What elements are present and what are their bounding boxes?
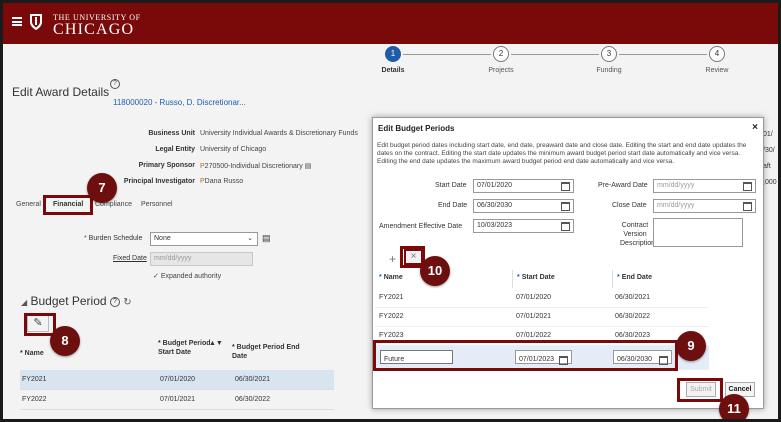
contract-version-description-textarea[interactable] — [653, 218, 743, 247]
dialog-description: Edit budget period dates including start… — [377, 142, 747, 165]
end-date-label: End Date — [438, 202, 468, 209]
calendar-icon[interactable] — [743, 182, 752, 191]
period-start-date-input[interactable]: 07/01/2023 — [515, 350, 572, 365]
help-icon[interactable]: ? — [109, 296, 120, 307]
amendment-effective-date-input[interactable]: 10/03/2023 — [473, 219, 574, 233]
table-row[interactable]: FY2021 07/01/2020 06/30/2021 — [375, 289, 709, 308]
expanded-authority-check: ✓ Expanded authority — [153, 273, 222, 280]
collapse-triangle-icon[interactable]: ◢ — [21, 298, 27, 307]
calendar-icon[interactable] — [559, 356, 568, 365]
details-icon[interactable]: ▤ — [305, 163, 312, 170]
tab-personnel[interactable]: Personnel — [141, 201, 173, 208]
period-end-date-input[interactable]: 06/30/2030 — [613, 350, 672, 365]
close-date-label: Close Date — [612, 202, 647, 209]
callout-10: 10 — [420, 256, 450, 286]
calendar-icon[interactable] — [743, 202, 752, 211]
top-navigation-bar: THE UNIVERSITY OF CHICAGO — [3, 3, 778, 44]
callout-11: 11 — [719, 394, 749, 419]
table-row[interactable]: FY2021 07/01/2020 06/30/2021 — [20, 370, 334, 390]
calendar-icon[interactable] — [561, 202, 570, 211]
step-funding[interactable]: 3 Funding — [579, 46, 639, 74]
dialog-title: Edit Budget Periods — [378, 124, 455, 133]
close-date-input[interactable]: mm/dd/yyyy — [653, 199, 756, 213]
table-row[interactable]: FY2022 07/01/2021 06/30/2022 — [20, 390, 334, 410]
column-header-end-date: * End Date — [612, 270, 709, 288]
details-icon[interactable]: ▤ — [262, 233, 271, 244]
refresh-icon[interactable]: ↻ — [123, 297, 131, 308]
info-legal-entity: Legal Entity University of Chicago — [155, 146, 267, 153]
fixed-date-input: mm/dd/yyyy — [150, 252, 253, 266]
clipped-text: aft — [763, 163, 771, 170]
clipped-text: /30/ — [763, 147, 775, 154]
brand-big-text: CHICAGO — [53, 21, 135, 38]
callout-8: 8 — [50, 326, 80, 356]
column-header-name: * Name — [20, 350, 44, 357]
fixed-date-label: Fixed Date — [113, 255, 147, 262]
callout-7: 7 — [87, 173, 117, 203]
start-date-label: Start Date — [435, 182, 467, 189]
help-icon[interactable]: ? — [110, 79, 120, 89]
tab-general[interactable]: General — [16, 201, 41, 208]
burden-schedule-select[interactable]: None ⌄ — [150, 232, 258, 246]
column-header-start: * Budget Period Start Date — [158, 340, 211, 356]
page-title: Edit Award Details — [12, 85, 110, 99]
pre-award-date-input[interactable]: mm/dd/yyyy — [653, 179, 756, 193]
sort-icon[interactable]: ▲▼ — [209, 339, 223, 348]
contract-version-description-label: Contract Version Description — [620, 222, 656, 247]
column-header-start-date: * Start Date — [512, 270, 612, 288]
submit-button[interactable]: Submit — [686, 382, 716, 397]
period-name-input[interactable]: Future — [380, 350, 453, 364]
university-shield-icon — [30, 14, 42, 30]
clipped-text: ,000 — [763, 179, 777, 186]
screenshot-frame: THE UNIVERSITY OF CHICAGO 1 Details 2 Proj… — [0, 0, 781, 422]
edit-pencil-button[interactable]: ✎ — [27, 315, 49, 332]
end-date-input[interactable]: 06/30/2030 — [473, 199, 574, 213]
table-row[interactable]: FY2022 07/01/2021 06/30/2022 — [375, 308, 709, 327]
callout-9: 9 — [676, 331, 706, 361]
delete-row-icon[interactable]: × — [404, 249, 423, 265]
close-icon[interactable]: × — [752, 122, 758, 133]
tab-financial[interactable]: Financial — [53, 201, 83, 208]
calendar-icon[interactable] — [561, 222, 570, 231]
step-review[interactable]: 4 Review — [687, 46, 747, 74]
pencil-icon: ✎ — [33, 317, 43, 329]
info-primary-sponsor: Primary Sponsor P270500-Individual Discr… — [138, 162, 312, 170]
step-projects[interactable]: 2 Projects — [471, 46, 531, 74]
new-table-row[interactable]: Future 07/01/2023 06/30/2030 — [375, 346, 709, 370]
add-row-icon[interactable]: + — [389, 252, 396, 266]
calendar-icon[interactable] — [659, 356, 668, 365]
award-link[interactable]: 118000020 - Russo, D. Discretionar... — [113, 98, 246, 107]
start-date-input[interactable]: 07/01/2020 — [473, 179, 574, 193]
amendment-effective-date-label: Amendment Effective Date — [379, 223, 463, 230]
chevron-down-icon: ⌄ — [247, 235, 253, 242]
train-stepper: 1 Details 2 Projects 3 Funding 4 Review — [373, 46, 753, 86]
step-details[interactable]: 1 Details — [363, 46, 423, 74]
column-header-end: * Budget Period End Date — [232, 344, 300, 360]
pre-award-date-label: Pre-Award Date — [598, 182, 648, 189]
budget-period-section: ◢ Budget Period ? ↻ — [21, 294, 132, 308]
table-row[interactable]: FY2023 07/01/2022 06/30/2023 — [375, 327, 709, 346]
info-business-unit: Business Unit University Individual Awar… — [148, 130, 358, 137]
menu-icon[interactable] — [12, 17, 22, 26]
calendar-icon[interactable] — [561, 182, 570, 191]
clipped-text: 01/ — [763, 131, 773, 138]
burden-schedule-label: * Burden Schedule — [84, 235, 143, 242]
info-principal-investigator: Principal Investigator PDana Russo — [123, 178, 244, 185]
